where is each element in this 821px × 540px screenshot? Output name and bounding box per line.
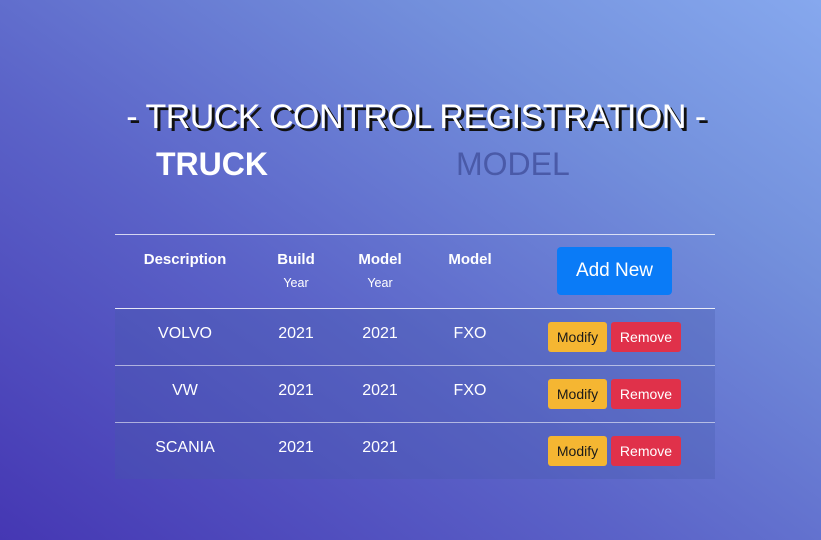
cell-description: VW <box>172 382 198 399</box>
truck-table: Description Build Year Model Year Model … <box>115 234 715 479</box>
header-model-year-label: Model <box>358 251 402 268</box>
tab-truck[interactable]: TRUCK <box>156 146 268 183</box>
cell-description: VOLVO <box>158 325 212 342</box>
header-model-label: Model <box>448 251 492 268</box>
header-description-label: Description <box>143 251 227 268</box>
table-row: VOLVO 2021 2021 FXO Modify Remove <box>115 309 715 366</box>
table-row: SCANIA 2021 2021 Modify Remove <box>115 423 715 479</box>
header-model-year: Model Year <box>340 251 420 290</box>
add-new-button[interactable]: Add New <box>557 247 672 295</box>
cell-build-year: 2021 <box>278 382 314 399</box>
cell-model: FXO <box>453 325 487 342</box>
cell-model-year: 2021 <box>362 439 398 456</box>
remove-button[interactable]: Remove <box>611 379 681 409</box>
page-title: - TRUCK CONTROL REGISTRATION - <box>126 98 706 136</box>
cell-model-year: 2021 <box>362 325 398 342</box>
header-build-year: Build Year <box>256 251 336 290</box>
cell-model-year: 2021 <box>362 382 398 399</box>
cell-model: FXO <box>453 382 487 399</box>
header-description: Description <box>125 251 245 268</box>
modify-button[interactable]: Modify <box>548 379 607 409</box>
header-build-sub-label: Year <box>283 276 309 290</box>
header-model: Model <box>430 251 510 268</box>
modify-button[interactable]: Modify <box>548 322 607 352</box>
modify-button[interactable]: Modify <box>548 436 607 466</box>
table-row: VW 2021 2021 FXO Modify Remove <box>115 366 715 423</box>
cell-build-year: 2021 <box>278 325 314 342</box>
header-build-label: Build <box>277 251 315 268</box>
remove-button[interactable]: Remove <box>611 436 681 466</box>
remove-button[interactable]: Remove <box>611 322 681 352</box>
tab-model[interactable]: MODEL <box>456 146 570 183</box>
tab-bar: TRUCK MODEL <box>0 146 821 190</box>
cell-description: SCANIA <box>155 439 215 456</box>
header-model-year-sub-label: Year <box>367 276 393 290</box>
table-header: Description Build Year Model Year Model … <box>115 235 715 309</box>
cell-build-year: 2021 <box>278 439 314 456</box>
